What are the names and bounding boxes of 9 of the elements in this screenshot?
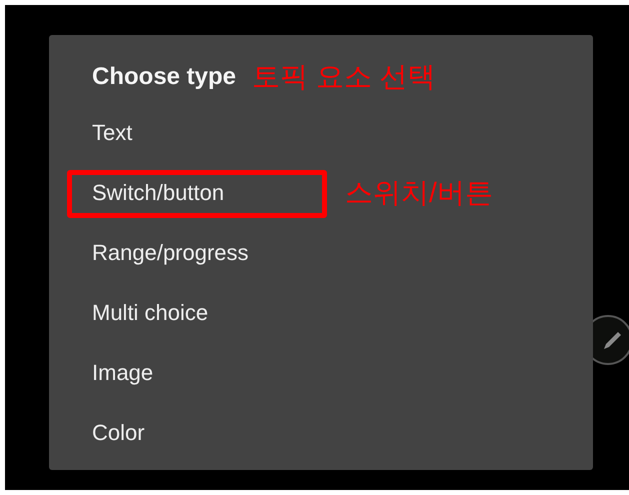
type-option[interactable]: Image <box>92 360 154 386</box>
type-option[interactable]: Multi choice <box>92 300 208 326</box>
annotation-text: 토픽 요소 선택 <box>252 60 436 94</box>
type-option[interactable]: Range/progress <box>92 240 249 266</box>
type-option[interactable]: Switch/button <box>92 180 224 206</box>
dialog-title: Choose type <box>92 63 236 91</box>
type-option[interactable]: Color <box>92 420 145 446</box>
annotation-text: 스위치/버튼 <box>345 176 493 210</box>
type-option[interactable]: Text <box>92 120 132 146</box>
